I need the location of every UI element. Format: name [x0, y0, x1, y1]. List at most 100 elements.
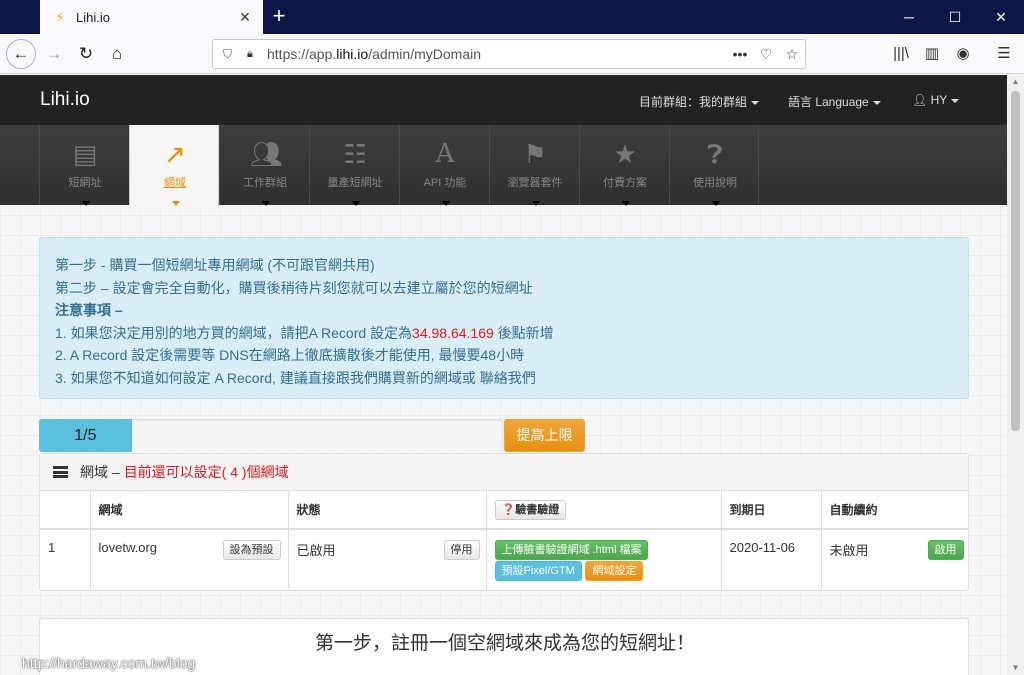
row-expiry: 2020-11-06 — [721, 529, 822, 589]
forward-arrow-icon[interactable]: → — [40, 40, 68, 68]
notice-item3[interactable]: 3. 如果您不知道如何設定 A Record, 建議直接跟我們購買新的網域或 聯… — [55, 367, 953, 390]
nav-pin — [622, 201, 630, 206]
domains-table: 網域 狀態 ❓驗書驗證 到期日 自動續約 1 lovetw.org 設為預設 已… — [40, 491, 968, 589]
col-domain: 網域 — [90, 491, 289, 530]
nav-api[interactable]: A API 功能 — [399, 125, 489, 206]
site-topbar: Lihi.io 目前群組：我的群組 語言 Language 👤︎ HY — [0, 75, 1007, 125]
lock-icon[interactable]: 🔒︎ — [247, 47, 259, 61]
page-content: Lihi.io 目前群組：我的群組 語言 Language 👤︎ HY ▤ 短網… — [0, 75, 1007, 675]
nav-label: 量產短網址 — [327, 177, 383, 189]
nav-workgroups[interactable]: 👥︎ 工作群組 — [219, 125, 309, 206]
nav-label: 短網址 — [68, 177, 102, 189]
a-record-ip: 34.98.64.169 — [412, 324, 494, 341]
new-tab-icon[interactable]: + — [268, 5, 290, 28]
close-window-icon[interactable]: ✕ — [978, 0, 1024, 34]
notice-item1: 1. 如果您決定用別的地方買的網域，請把A Record 設定為34.98.64… — [55, 324, 554, 341]
preset-pixel-button[interactable]: 預設Pixel/GTM — [494, 561, 582, 581]
auto-renew-status: 未啟用 — [829, 543, 869, 558]
step-title: 第一步，註冊一個空網域來成為您的短網址！ — [314, 633, 695, 654]
nav-label: 網域 — [164, 177, 186, 189]
pocket-icon[interactable]: ♡ — [753, 46, 779, 63]
scroll-thumb[interactable] — [1011, 91, 1020, 431]
site-brand[interactable]: Lihi.io — [40, 89, 90, 111]
table-header-row: 網域 狀態 ❓驗書驗證 到期日 自動續約 — [40, 491, 968, 530]
menu-icon[interactable]: ☰ — [990, 40, 1018, 68]
th-list-icon: ☷ — [343, 139, 367, 169]
nav-label: 瀏覽器套件 — [507, 177, 563, 189]
browser-navbar: ← → ↻ ⌂ ⛉ 🔒︎ https://app.lihi.io/admin/m… — [0, 34, 1024, 74]
list-icon: ▤ — [72, 139, 98, 169]
question-circle-icon: ❓︎ — [707, 139, 723, 169]
sidebar-icon[interactable]: ▥ — [918, 40, 946, 68]
language-dropdown[interactable]: 語言 Language — [788, 93, 881, 110]
nav-domains[interactable]: ↗︎ 網域 — [129, 125, 219, 206]
verify-help-button[interactable]: ❓驗書驗證 — [494, 499, 567, 520]
nav-label: 付費方案 — [603, 177, 647, 189]
group-dropdown[interactable]: 目前群組：我的群組 — [639, 93, 760, 110]
tab-title: Lihi.io — [76, 9, 110, 25]
col-expiry: 到期日 — [721, 491, 822, 530]
quota-progress-bar: 1/5 — [39, 419, 132, 452]
caret-down-icon — [872, 100, 881, 105]
star-icon: ★ — [613, 139, 637, 169]
notice-step1: 第一步 - 購買一個短網址專用網域 (不可跟官網共用) — [55, 257, 375, 273]
page-scrollbar[interactable]: ▲ ▼ — [1007, 75, 1024, 675]
nav-bulk-urls[interactable]: ☷ 量產短網址 — [309, 125, 399, 206]
domain-settings-button[interactable]: 網域設定 — [585, 561, 644, 581]
nav-pin — [532, 201, 540, 206]
enable-auto-renew-button[interactable]: 啟用 — [927, 540, 964, 560]
domains-panel-header: 網域 – 目前還可以設定( 4 )個網域 — [40, 454, 968, 491]
lihi-favicon-icon: ⚡ — [55, 9, 65, 25]
library-icon[interactable]: |||\ — [887, 40, 915, 68]
row-verify-cell: 上傳臉書驗證網域 .html 檔案 預設Pixel/GTM 網域設定 — [486, 529, 722, 589]
bookmark-star-icon[interactable]: ☆ — [779, 46, 805, 63]
raise-limit-button[interactable]: 提高上限 — [504, 419, 585, 452]
nav-pin — [262, 201, 270, 206]
minimize-icon[interactable]: ─ — [886, 0, 932, 34]
maximize-icon[interactable]: ☐ — [932, 0, 978, 34]
panel-title: 網域 – — [80, 464, 120, 480]
home-icon[interactable]: ⌂ — [103, 40, 131, 68]
set-default-button[interactable]: 設為預設 — [222, 540, 281, 560]
nav-pin — [172, 201, 180, 206]
nav-label: API 功能 — [423, 177, 467, 189]
browser-tab[interactable]: ⚡ Lihi.io × — [40, 0, 263, 34]
nav-short-urls[interactable]: ▤ 短網址 — [39, 125, 129, 206]
nav-label: 工作群組 — [243, 177, 287, 189]
col-verify: ❓驗書驗證 — [486, 491, 722, 530]
notice-item2: 2. A Record 設定後需要等 DNS在網路上徹底擴散後才能使用, 最慢要… — [55, 347, 525, 363]
watermark: http://hardaway.com.tw/blog — [22, 655, 196, 671]
url-text[interactable]: https://app.lihi.io/admin/myDomain — [267, 46, 727, 62]
user-icon: 👤︎ — [912, 93, 928, 107]
col-index — [40, 491, 91, 530]
close-tab-icon[interactable]: × — [235, 7, 255, 27]
scroll-down-icon[interactable]: ▼ — [1007, 661, 1024, 675]
user-dropdown[interactable]: 👤︎ HY — [912, 93, 960, 107]
nav-pin — [712, 201, 720, 206]
nav-label: 使用說明 — [693, 177, 737, 189]
caret-down-icon — [951, 98, 960, 103]
icon-nav: ▤ 短網址 ↗︎ 網域 👥︎ 工作群組 ☷ 量產短網址 A API 功能 ⚑ 瀏… — [0, 125, 1007, 206]
row-status-cell: 已啟用 停用 — [288, 529, 487, 589]
list-icon — [53, 466, 68, 478]
tracking-shield-icon[interactable]: ⛉ — [223, 47, 237, 61]
domain-name[interactable]: lovetw.org — [99, 540, 158, 555]
page-actions-icon[interactable]: ••• — [727, 46, 753, 62]
notice-step2: 第二步 – 設定會完全自動化，購買後稍待片刻您就可以去建立屬於您的短網址 — [55, 279, 533, 296]
scroll-up-icon[interactable]: ▲ — [1007, 75, 1024, 89]
table-row: 1 lovetw.org 設為預設 已啟用 停用 上傳臉書驗證網域 .html … — [40, 529, 968, 589]
status-text: 已啟用 — [296, 543, 336, 558]
notice-heading: 注意事項 – — [55, 302, 123, 318]
external-link-icon: ↗︎ — [164, 139, 186, 169]
back-arrow-icon[interactable]: ← — [6, 39, 36, 69]
row-domain-cell: lovetw.org 設為預設 — [90, 529, 289, 589]
quota-progress: 1/5 — [39, 419, 503, 452]
disable-button[interactable]: 停用 — [443, 540, 480, 560]
upload-fb-verify-button[interactable]: 上傳臉書驗證網域 .html 檔案 — [494, 540, 649, 560]
nav-pricing[interactable]: ★ 付費方案 — [579, 125, 669, 206]
account-icon[interactable]: ◉ — [949, 40, 977, 68]
reload-icon[interactable]: ↻ — [72, 40, 100, 68]
nav-extension[interactable]: ⚑ 瀏覽器套件 — [489, 125, 579, 206]
nav-help[interactable]: ❓︎ 使用說明 — [669, 125, 759, 206]
url-bar[interactable]: ⛉ 🔒︎ https://app.lihi.io/admin/myDomain … — [212, 39, 806, 69]
